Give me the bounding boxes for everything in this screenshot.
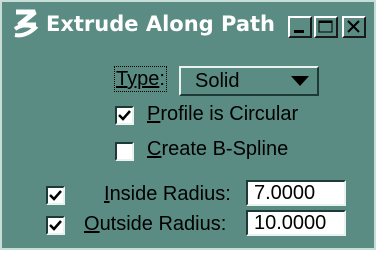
checkmark-icon: [49, 190, 62, 201]
extrude-along-path-dialog: Extrude Along Path Type: Solid Profile i…: [0, 0, 376, 250]
chevron-down-icon: [291, 76, 309, 86]
minimize-icon: [294, 30, 304, 33]
type-label: Type:: [114, 66, 167, 92]
outside-radius-checkbox[interactable]: [46, 216, 65, 235]
maximize-button[interactable]: [314, 16, 338, 38]
window-title: Extrude Along Path: [46, 12, 275, 36]
type-label-text: Type: [116, 68, 160, 90]
inside-radius-label: Inside Radius:: [104, 183, 231, 206]
close-button[interactable]: [342, 16, 366, 38]
outside-radius-input[interactable]: 10.0000: [246, 210, 346, 236]
type-dropdown[interactable]: Solid: [179, 66, 319, 96]
create-bspline-label: Create B-Spline: [147, 138, 288, 161]
profile-circular-mnemonic: P: [147, 103, 161, 125]
create-bspline-mnemonic: C: [147, 138, 162, 160]
minimize-button[interactable]: [288, 16, 312, 38]
inside-radius-checkbox[interactable]: [46, 186, 65, 205]
type-label-colon: :: [159, 68, 165, 90]
checkmark-icon: [49, 220, 62, 231]
create-bspline-checkbox[interactable]: [115, 142, 134, 161]
title-bar[interactable]: Extrude Along Path: [4, 4, 372, 44]
outside-radius-text: utside Radius:: [99, 213, 227, 235]
dialog-body: Type: Solid Profile is Circular Create B…: [4, 44, 372, 246]
inside-radius-input[interactable]: 7.0000: [246, 180, 346, 206]
maximize-icon: [318, 20, 333, 33]
profile-circular-label: Profile is Circular: [147, 103, 298, 126]
checkmark-icon: [118, 110, 131, 121]
outside-radius-mnemonic: O: [84, 213, 100, 235]
outside-radius-label: Outside Radius:: [84, 213, 226, 236]
close-icon: [347, 20, 360, 33]
inside-radius-text: nside Radius:: [109, 183, 231, 205]
app-icon: [10, 9, 40, 44]
create-bspline-text: reate B-Spline: [161, 138, 289, 160]
type-selected-value: Solid: [195, 70, 240, 92]
profile-circular-checkbox[interactable]: [115, 106, 134, 125]
profile-circular-text: rofile is Circular: [160, 103, 299, 125]
